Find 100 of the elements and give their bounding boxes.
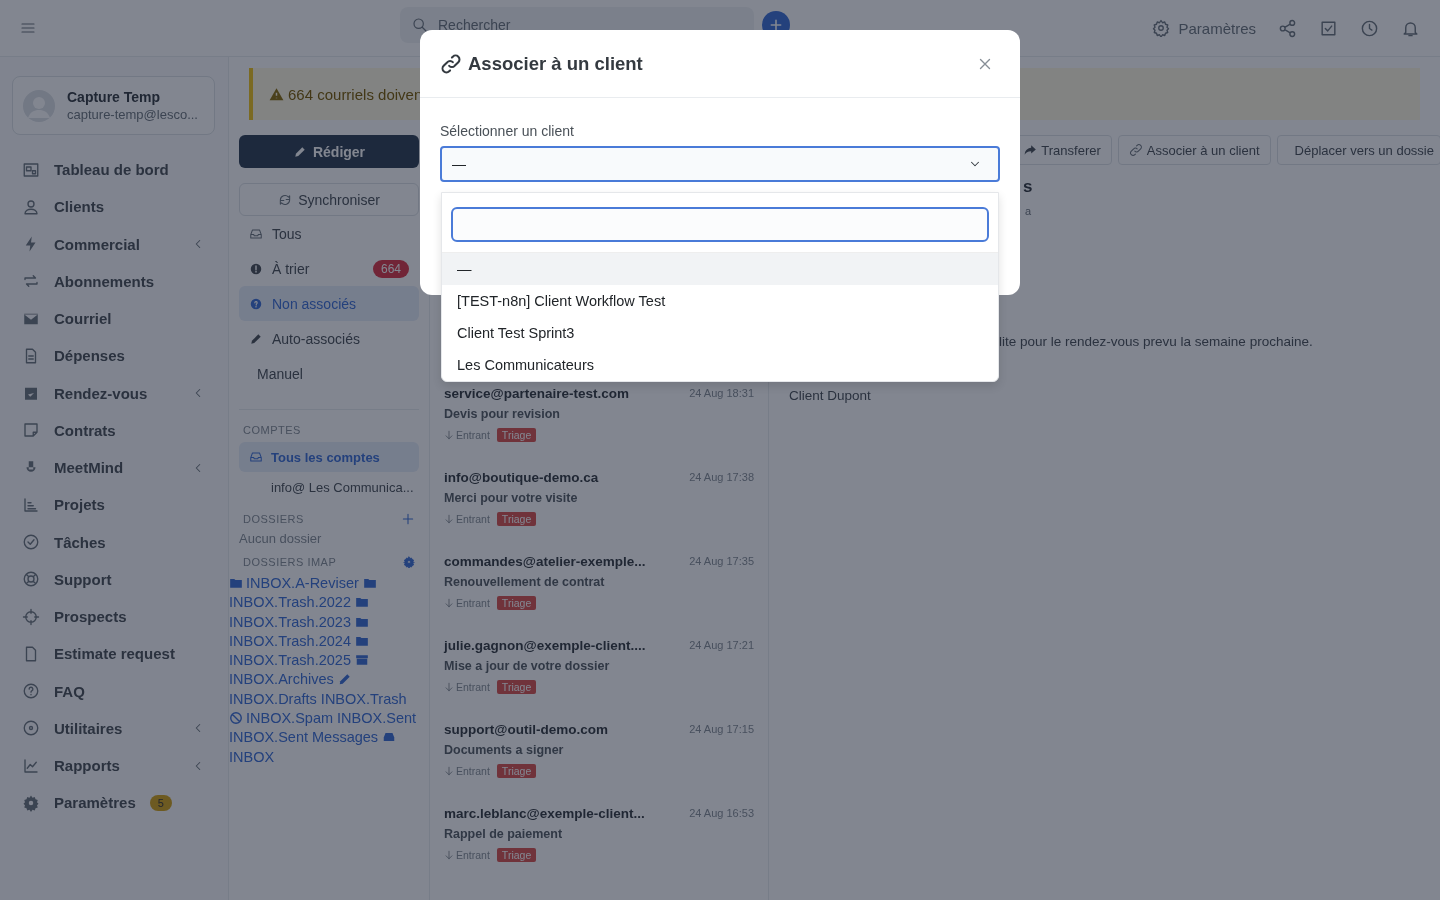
imap-folder-link[interactable]: INBOX.Trash.2022 [229,594,351,611]
sidebar-item[interactable]: Utilitaires [12,709,215,747]
note-icon [22,421,40,440]
sync-button[interactable]: Synchroniser [239,183,419,216]
email-subject: Merci pour votre visite [444,490,579,507]
email-date: 24 Aug 17:38 [689,471,754,483]
direction-label: Entrant [456,597,490,609]
folder-icon [362,576,377,590]
imap-folder-link[interactable]: INBOX.Trash.2024 [229,632,351,649]
action-button[interactable]: Associer à un client [1117,135,1271,165]
tag-badge: Triage [496,680,537,694]
folder-item[interactable]: Manuel [239,356,419,391]
email-item[interactable]: support@outil-demo.com 24 Aug 17:15 Documents a signer Entrant Triage [430,713,768,797]
action-button[interactable]: Déplacer vers un dossie [1276,135,1440,165]
sidebar-item[interactable]: MeetMind [12,449,215,487]
settings-icon [22,793,40,812]
arrow-down-icon [444,850,454,860]
folder-item[interactable]: Non associés [239,286,419,321]
sidebar-item[interactable]: Abonnements [12,262,215,300]
inbox-icon [249,450,263,464]
plus-icon[interactable] [401,512,415,526]
email-sender: support@outil-demo.com [444,721,608,737]
search-input[interactable]: Rechercher [438,17,742,33]
sidebar-item[interactable]: Projets [12,486,215,524]
sidebar-item[interactable]: Paramètres 5 [12,784,215,822]
dropdown-option[interactable]: [TEST-n8n] Client Workflow Test [442,285,998,317]
imap-folder-link[interactable]: INBOX.Trash.2025 [229,652,351,669]
email-title: s [1023,176,1033,198]
sidebar-item[interactable]: Clients [12,188,215,226]
account-item[interactable]: info@ Les Communica... [239,472,419,502]
email-date: 24 Aug 18:31 [689,387,754,399]
email-subject: Documents a signer [444,742,565,759]
line-chart-icon [22,756,40,775]
tag-badge: Triage [496,512,537,526]
imap-folder-link[interactable]: INBOX [229,748,275,765]
settings-button[interactable]: Paramètres [1152,19,1256,37]
sidebar-item[interactable]: Tableau de bord [12,151,215,189]
sidebar-item[interactable]: Contrats [12,411,215,449]
client-select[interactable]: — [440,146,1000,182]
imap-folder-link[interactable]: INBOX.A-Reviser [246,575,359,591]
imap-folder-link[interactable]: INBOX.Trash.2023 [229,613,351,630]
user-email: capture-temp@lesco... [67,107,198,122]
lifebuoy-icon [22,570,40,589]
imap-folder-link[interactable]: INBOX.Archives [229,671,334,688]
imap-folder-link[interactable]: INBOX.Drafts [229,690,317,707]
sidebar-item[interactable]: Rapports [12,747,215,785]
settings-icon[interactable] [403,556,415,568]
sidebar-item[interactable]: Estimate request [12,635,215,673]
count-badge: 5 [149,794,172,811]
count-badge: 664 [372,259,409,278]
sidebar-item[interactable]: Courriel [12,300,215,338]
tag-badge: Triage [496,596,537,610]
imap-folder-link[interactable]: INBOX.Trash [320,690,407,707]
email-item[interactable]: commandes@atelier-exemple... 24 Aug 17:35 Renouvellement de contrat Entrant Triage [430,545,768,629]
email-meta: a [1025,204,1032,218]
sidebar-item[interactable]: Commercial [12,225,215,263]
clock-icon[interactable] [1360,18,1379,38]
direction-label: Entrant [456,681,490,693]
warning-icon [269,86,284,102]
sidebar-item[interactable]: FAQ [12,672,215,710]
share-icon[interactable] [1278,18,1297,38]
sidebar-item[interactable]: Prospects [12,598,215,636]
email-item[interactable]: info@boutique-demo.ca 24 Aug 17:38 Merci pour votre visite Entrant Triage [430,461,768,545]
imap-folder-link[interactable]: INBOX.Spam [246,710,334,727]
section-heading: DOSSIERS IMAP [243,556,337,568]
imap-folder-link[interactable]: INBOX.Sent Messages [229,729,379,746]
field-label: Sélectionner un client [440,123,575,139]
folder-icon [355,595,369,610]
folder-item[interactable]: Auto-associés [239,321,419,356]
email-sender: info@boutique-demo.ca [444,469,599,485]
folder-item[interactable]: Tous [239,216,419,251]
pencil-icon [249,331,263,346]
arrow-down-icon [444,598,454,608]
dropdown-option[interactable]: — [442,253,998,285]
checkbox-icon[interactable] [1319,18,1338,38]
compose-button[interactable]: Rédiger [239,135,419,168]
email-item[interactable]: marc.leblanc@exemple-client... 24 Aug 16:53 Rappel de paiement Entrant Triage [430,797,768,881]
account-item[interactable]: Tous les comptes [239,442,419,472]
sidebar-item[interactable]: Support [12,560,215,598]
imap-folder-link[interactable]: INBOX.Sent [337,710,417,727]
search-field[interactable] [451,207,989,242]
link-icon [1128,143,1143,157]
tag-badge: Triage [496,848,537,862]
sidebar-item[interactable]: Tâches [12,523,215,561]
sidebar-item[interactable]: Dépenses [12,337,215,375]
user-icon [22,197,40,216]
sidebar-item[interactable]: Rendez-vous [12,374,215,412]
email-subject: Devis pour revision [444,406,561,423]
menu-icon[interactable] [20,20,36,36]
folder-item[interactable]: À trier 664 [239,251,419,286]
arrow-down-icon [444,682,454,692]
arrow-down-icon [444,514,454,524]
archive-icon [355,653,369,668]
question-icon [249,296,263,311]
modal-title: Associer à un client [468,52,643,75]
dropdown-option[interactable]: Client Test Sprint3 [442,317,998,349]
user-card[interactable]: Capture Temp capture-temp@lesco... [12,76,215,135]
email-subject: Mise a jour de votre dossier [444,658,611,675]
client-name: Client Dupont [789,388,871,403]
email-item[interactable]: julie.gagnon@exemple-client.... 24 Aug 17:21 Mise a jour de votre dossier Entrant Triage [430,629,768,713]
